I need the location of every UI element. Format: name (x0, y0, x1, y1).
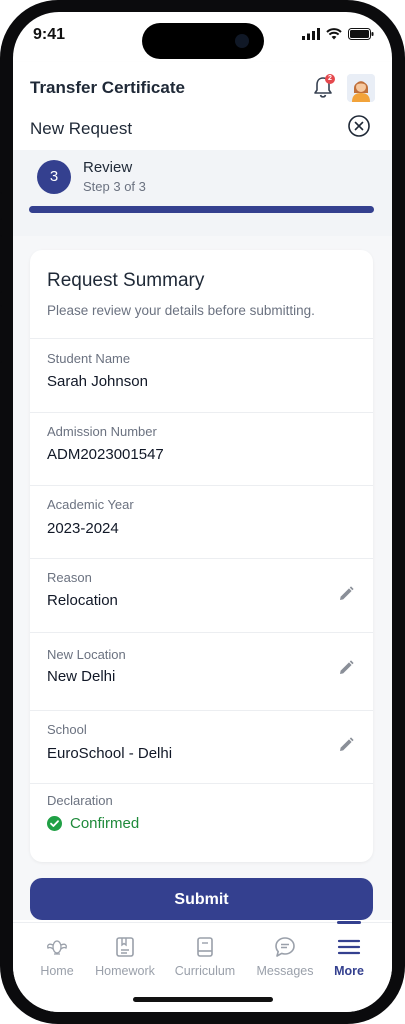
close-icon[interactable] (348, 115, 370, 137)
status-time: 9:41 (33, 26, 66, 43)
progress-bar (29, 206, 374, 213)
field-label: Declaration (47, 793, 113, 808)
field-label: Reason (47, 570, 92, 585)
field-admission-number: Admission Number ADM2023001547 (30, 412, 373, 486)
edit-reason-icon[interactable] (337, 585, 355, 603)
messages-icon (275, 937, 295, 957)
declaration-status: Confirmed (47, 815, 139, 832)
summary-subtitle: Please review your details before submit… (47, 303, 315, 318)
field-label: School (47, 722, 87, 737)
screen: 9:41 Transfer Certificate 2 New Request … (13, 12, 392, 1012)
bottom-tab-bar: Home Homework Curriculum Messages More (13, 921, 392, 1012)
page-title: Transfer Certificate (30, 78, 185, 97)
declaration-value: Confirmed (70, 815, 140, 832)
wifi-icon (326, 28, 342, 40)
avatar-icon (347, 74, 375, 102)
field-value: Sarah Johnson (47, 373, 148, 390)
field-reason: Reason Relocation (30, 558, 373, 633)
edit-school-icon[interactable] (337, 736, 355, 754)
status-icons (302, 28, 374, 40)
tab-label: Home (40, 964, 74, 978)
curriculum-icon (197, 937, 213, 957)
home-icon (47, 940, 67, 955)
home-indicator (133, 997, 273, 1002)
field-value: New Delhi (47, 668, 116, 685)
menu-icon (337, 939, 361, 955)
notification-badge: 2 (325, 74, 335, 84)
field-label: New Location (47, 647, 126, 662)
battery-icon (348, 28, 374, 40)
app-bar: Transfer Certificate 2 (13, 62, 392, 114)
field-value: Relocation (47, 592, 118, 609)
homework-icon (116, 937, 134, 957)
step-subtitle: Step 3 of 3 (83, 179, 146, 194)
stepper: 3 Review Step 3 of 3 (13, 150, 392, 236)
field-label: Student Name (47, 351, 131, 366)
camera-icon (235, 34, 249, 48)
status-bar: 9:41 (13, 12, 392, 62)
summary-title: Request Summary (47, 270, 205, 291)
tab-label: More (334, 964, 364, 978)
tab-home[interactable]: Home (19, 923, 95, 993)
signal-icon (302, 28, 320, 40)
phone-frame: 9:41 Transfer Certificate 2 New Request … (0, 0, 405, 1024)
field-academic-year: Academic Year 2023-2024 (30, 485, 373, 559)
tab-homework[interactable]: Homework (87, 923, 163, 993)
submit-button[interactable]: Submit (30, 878, 373, 920)
edit-location-icon[interactable] (337, 659, 355, 677)
field-new-location: New Location New Delhi (30, 632, 373, 711)
field-student-name: Student Name Sarah Johnson (30, 338, 373, 413)
request-title: New Request (30, 119, 133, 138)
volume-up-button (0, 235, 2, 293)
request-header: New Request (13, 114, 392, 150)
field-label: Academic Year (47, 497, 134, 512)
tab-more[interactable]: More (311, 923, 387, 993)
tab-label: Homework (95, 964, 155, 978)
field-value: ADM2023001547 (47, 446, 164, 463)
avatar[interactable] (347, 74, 375, 102)
field-declaration: Declaration Confirmed (30, 783, 373, 862)
content-area: New Request 3 Review Step 3 of 3 Request… (13, 114, 392, 920)
tab-curriculum[interactable]: Curriculum (167, 923, 243, 993)
field-value: EuroSchool - Delhi (47, 745, 173, 762)
field-value: 2023-2024 (47, 520, 119, 537)
check-circle-icon (47, 816, 62, 831)
step-number: 3 (37, 160, 71, 194)
tab-label: Curriculum (174, 964, 236, 978)
field-label: Admission Number (47, 424, 157, 439)
summary-card: Request Summary Please review your detai… (30, 250, 373, 862)
step-title: Review (83, 159, 133, 176)
progress-fill (29, 206, 374, 213)
mute-switch (0, 192, 2, 220)
volume-down-button (0, 305, 2, 363)
field-school: School EuroSchool - Delhi (30, 710, 373, 784)
